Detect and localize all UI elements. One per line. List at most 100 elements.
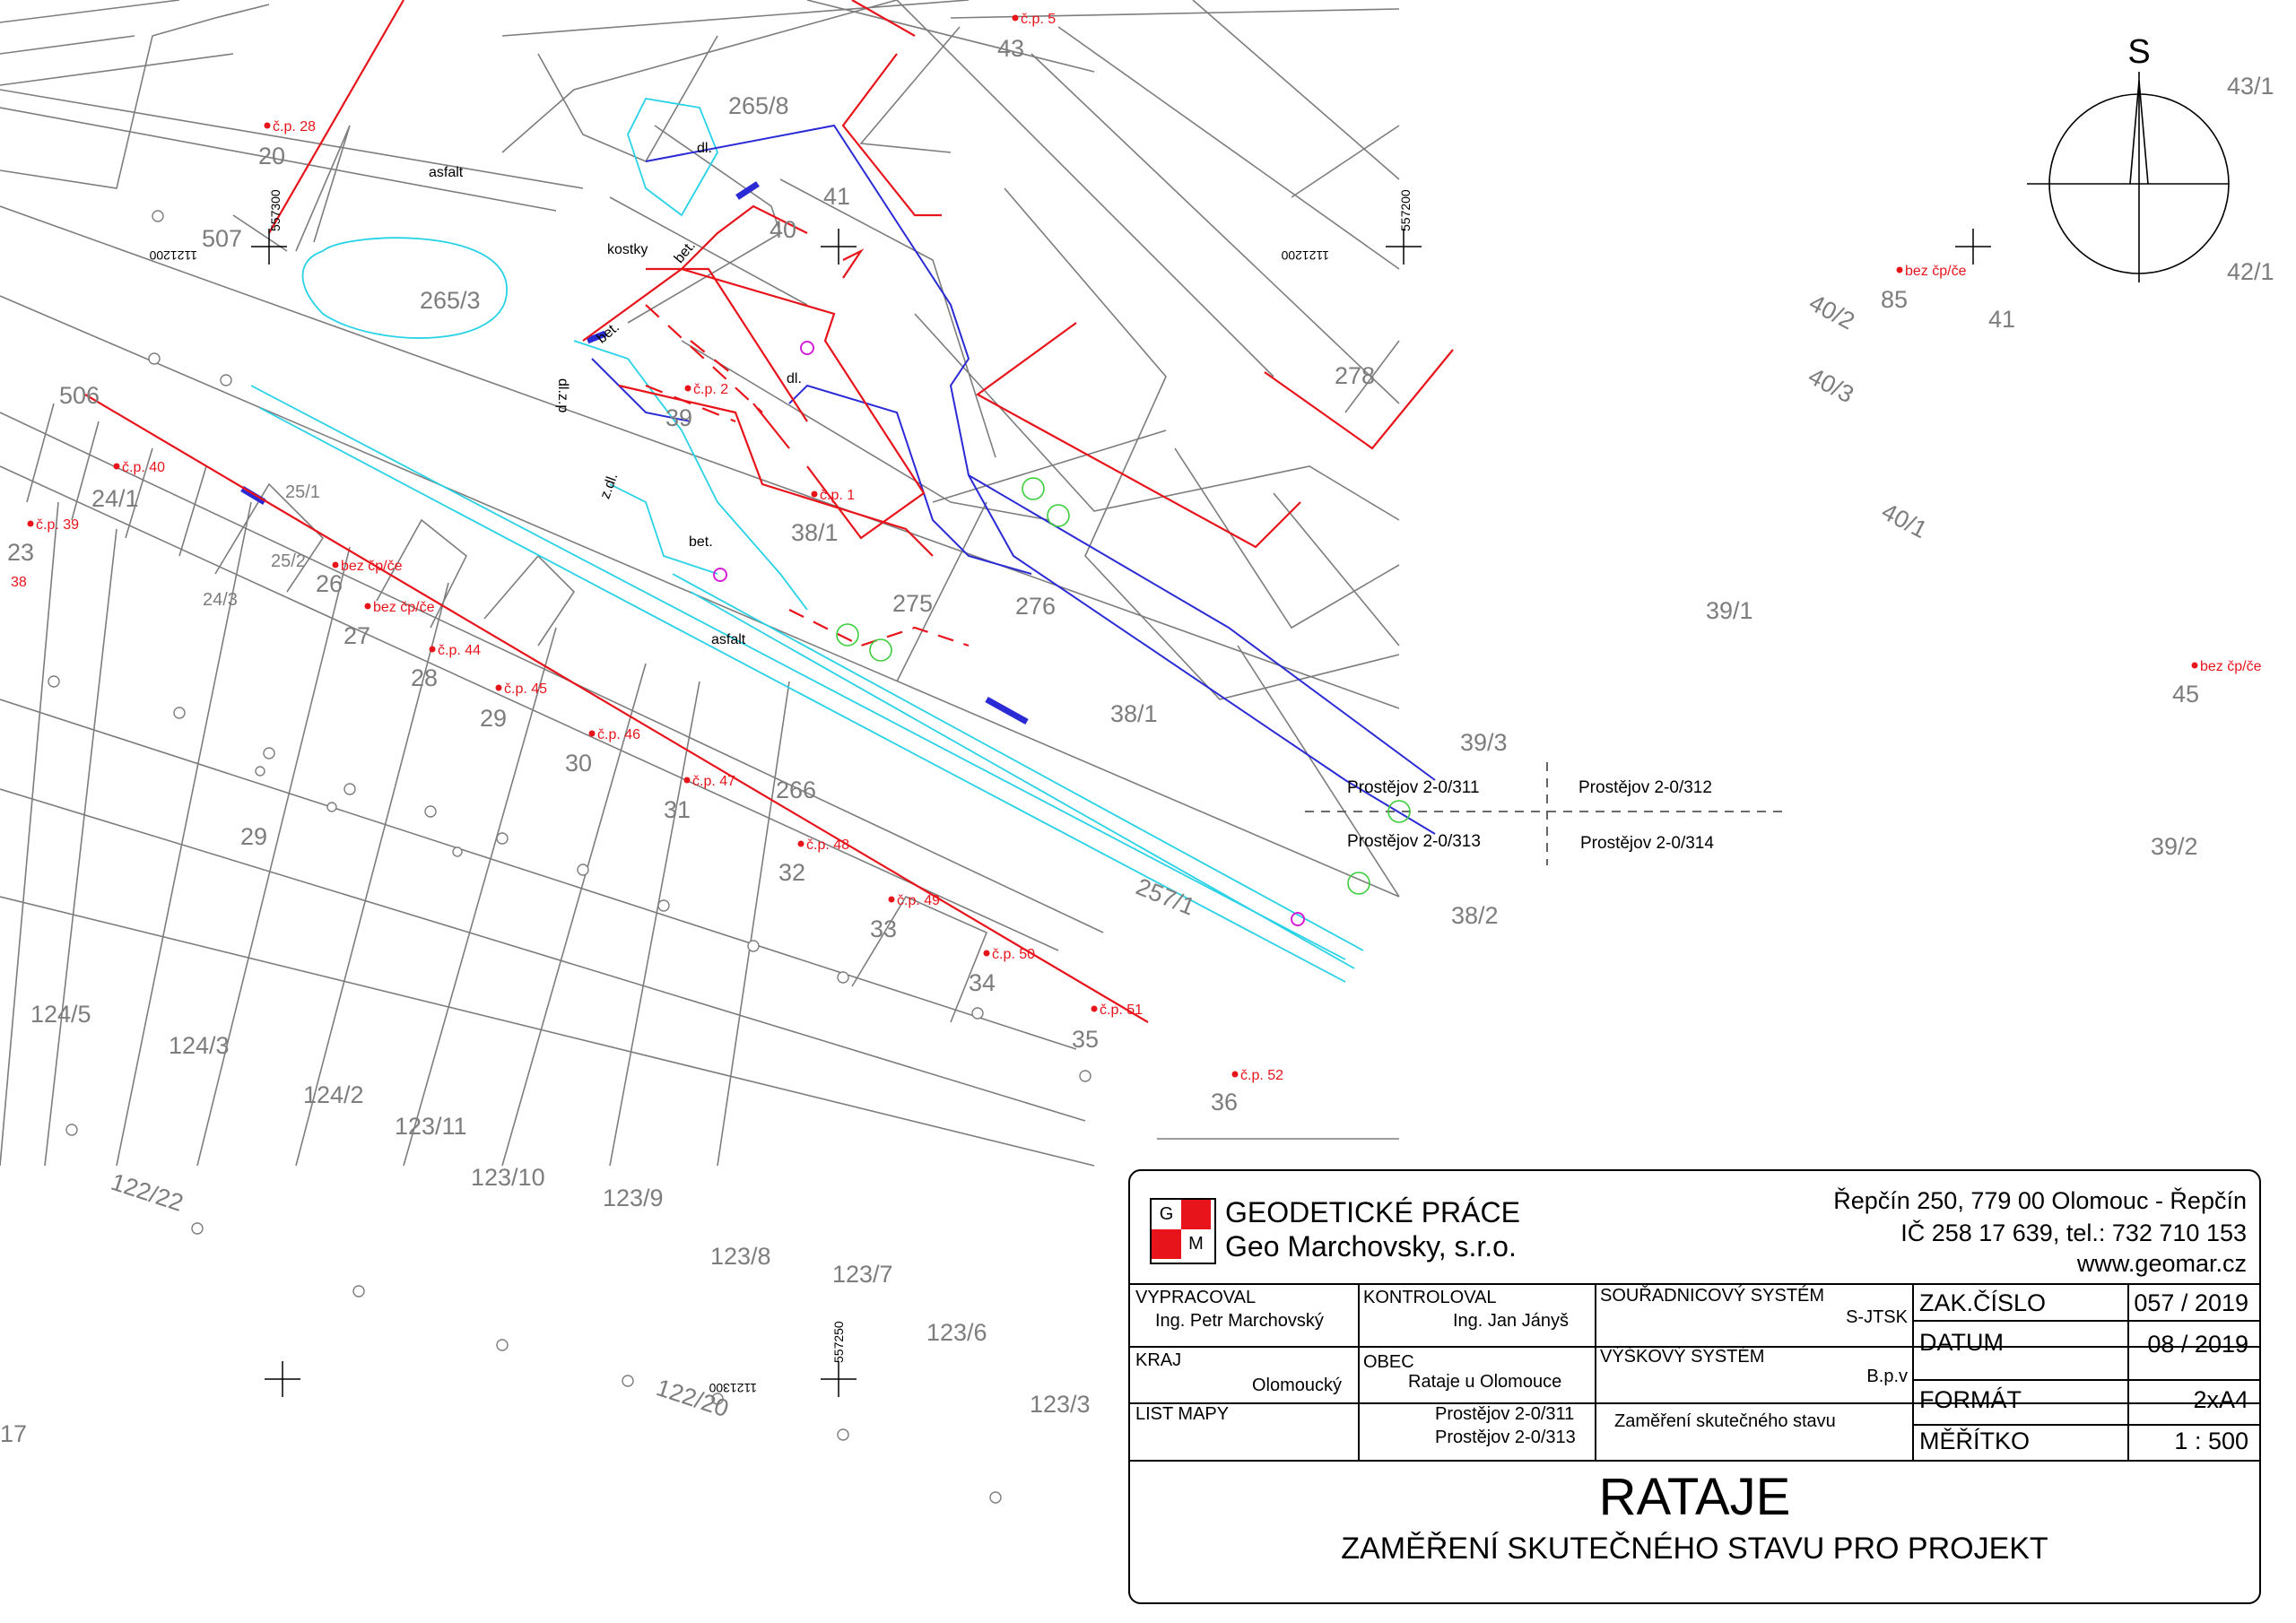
parcel-number: 123/7 [832, 1261, 893, 1288]
sheet-label: Prostějov 2-0/311 [1347, 778, 1480, 797]
datum-label: DATUM [1919, 1329, 2004, 1356]
parcel-number: 123/8 [710, 1243, 771, 1270]
parcel-number: 30 [565, 750, 592, 777]
parcel-number: 23 [7, 539, 34, 566]
house-number: bez čp/če [373, 600, 435, 615]
house-number: 38 [11, 575, 27, 590]
company-web: www.geomar.cz [2076, 1250, 2247, 1277]
vyskovy-label: VÝŠKOVÝ SYSTÉM [1600, 1347, 1765, 1367]
surface-note: dl. [787, 371, 802, 386]
house-number: č.p. 48 [806, 838, 849, 853]
surface-labels: asfalt asfalt kostky bet. bet. bet. dl. … [429, 141, 802, 647]
north-label: S [2127, 33, 2150, 71]
house-number: č.p. 52 [1240, 1068, 1283, 1083]
parcel-number: 32 [778, 859, 805, 886]
vyskovy-value: B.p.v [1866, 1367, 1908, 1386]
sheet-label: Prostějov 2-0/312 [1578, 778, 1712, 797]
parcel-number: 39 [665, 404, 692, 431]
coordinate-label: 1121300 [709, 1381, 757, 1395]
company-ico: IČ 258 17 639, tel.: 732 710 153 [1900, 1219, 2247, 1246]
parcel-number: 17 [0, 1420, 27, 1447]
surface-note: bet. [689, 534, 713, 550]
parcel-number: 507 [202, 225, 242, 252]
surface-note: z.dl. [597, 471, 621, 500]
surface-note: bet. [595, 319, 622, 346]
parcel-number: 265/8 [728, 92, 789, 119]
parcel-number: 276 [1015, 593, 1056, 620]
logo-letter-m: M [1181, 1229, 1211, 1259]
sheet-labels: Prostějov 2-0/311 Prostějov 2-0/312 Pros… [1347, 778, 1714, 853]
parcel-number: 39/1 [1706, 597, 1753, 624]
house-number: č.p. 51 [1100, 1002, 1143, 1018]
parcel-number: 20 [258, 143, 285, 169]
parcel-number: 266 [776, 777, 816, 803]
list-mapy-value: Prostějov 2-0/311 [1435, 1404, 1575, 1424]
obec-value: Rataje u Olomouce [1408, 1372, 1562, 1392]
parcel-number: 124/5 [30, 1001, 91, 1028]
parcel-number: 26 [316, 570, 343, 597]
parcel-number: 43/1 [2227, 73, 2274, 100]
parcel-number: 34 [969, 969, 996, 996]
list-mapy-label: LIST MAPY [1135, 1404, 1230, 1424]
parcel-number: 24/1 [91, 485, 139, 512]
company-name: GEODETICKÉ PRÁCE [1225, 1196, 1520, 1228]
parcel-number-small: 24/3 [203, 590, 238, 610]
list-mapy-value-2: Prostějov 2-0/313 [1435, 1428, 1576, 1447]
kraj-label: KRAJ [1135, 1350, 1182, 1370]
title-block: G M GEODETICKÉ PRÁCE Geo Marchovsky, s.r… [1128, 1169, 2261, 1604]
kraj-value: Olomoucký [1252, 1376, 1343, 1395]
main-title: RATAJE [1598, 1468, 1791, 1526]
company-name-2: Geo Marchovsky, s.r.o. [1225, 1230, 1517, 1263]
house-number: č.p. 44 [438, 643, 481, 658]
surface-note: asfalt [711, 632, 746, 647]
parcel-number: 39/2 [2151, 833, 2198, 860]
parcel-number: 45 [2172, 681, 2199, 707]
parcel-number: 278 [1335, 362, 1375, 389]
parcel-number: 35 [1072, 1026, 1099, 1053]
parcel-number: 33 [870, 916, 897, 942]
sheet-label: Prostějov 2-0/313 [1347, 832, 1481, 851]
north-arrow [2027, 72, 2230, 282]
purpose-text: Zaměření skutečného stavu [1614, 1411, 1836, 1431]
house-number: č.p. 5 [1021, 12, 1056, 27]
datum-value: 08 / 2019 [2147, 1331, 2248, 1358]
parcel-number: 506 [59, 382, 100, 409]
coordinate-label: 1121200 [1281, 248, 1329, 263]
parcel-number: 85 [1881, 286, 1908, 313]
parcel-number-small: 25/2 [271, 551, 306, 571]
parcel-number: 29 [240, 823, 267, 850]
property-boundaries [84, 0, 1454, 1023]
house-number: bez čp/če [1905, 264, 1967, 279]
parcel-number: 28 [411, 664, 438, 691]
surface-note: asfalt [429, 165, 464, 180]
parcel-number: 27 [344, 622, 370, 649]
parcel-number: 40/3 [1804, 362, 1857, 408]
surface-note: dl.z.p [555, 378, 570, 412]
vypracoval-value: Ing. Petr Marchovský [1155, 1311, 1324, 1331]
zak-cislo-label: ZAK.ČÍSLO [1919, 1289, 2047, 1316]
parcel-number: 123/6 [926, 1319, 987, 1346]
house-number: č.p. 45 [504, 681, 547, 697]
parcel-number: 275 [892, 590, 933, 617]
coordinate-label: 557200 [1398, 189, 1413, 231]
parcel-number: 39/3 [1460, 729, 1508, 756]
parcel-number: 40 [770, 216, 796, 243]
house-number: bez čp/če [2200, 659, 2262, 674]
parcel-number: 40/2 [1805, 289, 1858, 334]
parcel-number: 38/1 [1110, 700, 1158, 727]
meritko-value: 1 : 500 [2174, 1428, 2248, 1454]
parcel-number: 43 [997, 35, 1024, 62]
parcel-number: 41 [823, 183, 850, 210]
surface-note: dl. [697, 141, 712, 156]
parcel-number: 41 [1988, 306, 2015, 333]
surface-note: kostky [607, 242, 648, 257]
coordinate-label: 557300 [268, 189, 283, 231]
markers [713, 341, 1305, 926]
house-number: č.p. 1 [820, 488, 855, 503]
surface-note: bet. [672, 239, 699, 266]
coordinate-label: 557250 [831, 1321, 846, 1363]
house-number: č.p. 50 [992, 947, 1035, 962]
parcel-boundaries [0, 0, 1400, 1167]
sheet-label: Prostějov 2-0/314 [1580, 834, 1714, 853]
parcel-number: 36 [1211, 1089, 1238, 1115]
